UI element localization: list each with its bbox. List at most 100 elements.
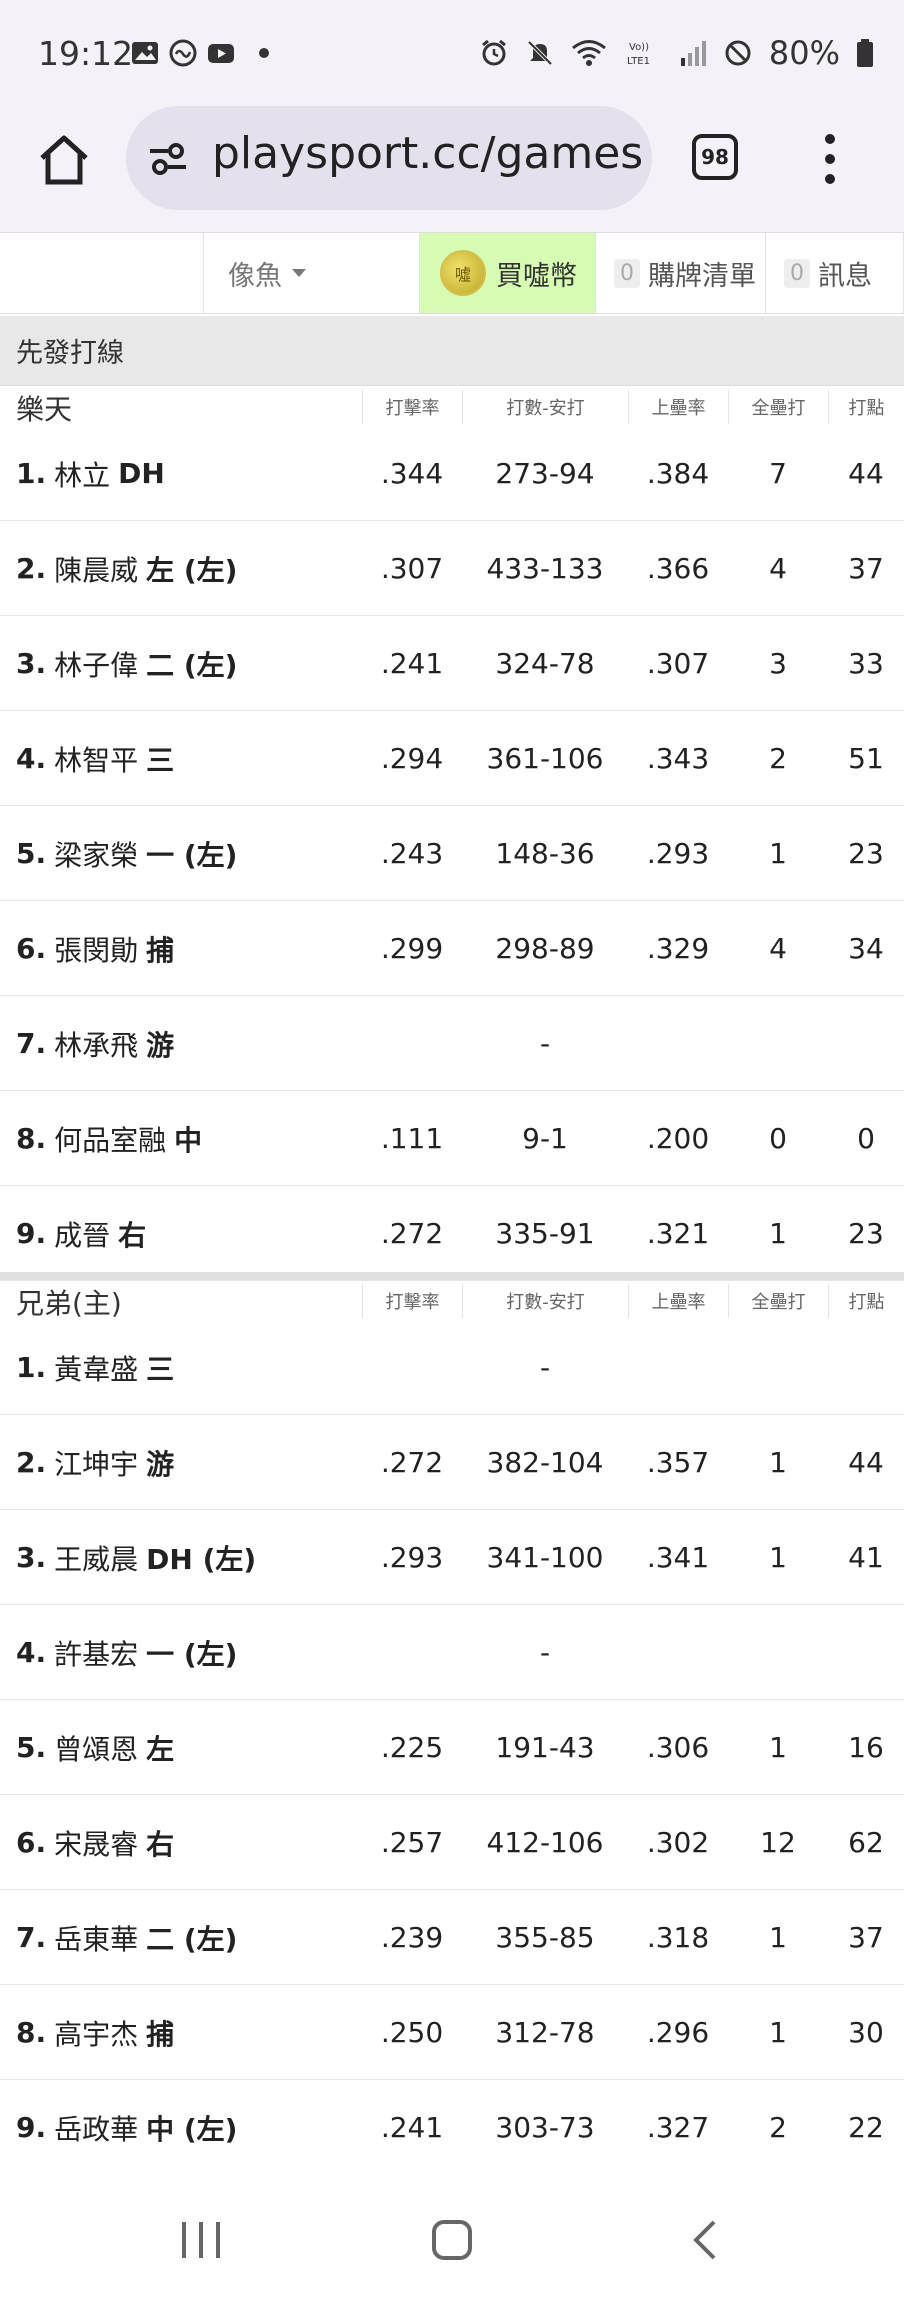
player-cell: 5. 曾頌恩左 xyxy=(16,1700,174,1795)
buy-coins-button[interactable]: 噓 買噓幣 xyxy=(419,233,595,313)
coin-icon: 噓 xyxy=(440,250,486,296)
stat-obp xyxy=(628,996,728,1091)
stat-rbi: 44 xyxy=(848,1446,884,1479)
stat-ab-h: 148-36 xyxy=(495,837,595,870)
player-position: 中 (左) xyxy=(146,2112,238,2146)
player-name[interactable]: 岳東華 xyxy=(54,1918,138,1958)
player-name[interactable]: 王威晨 xyxy=(54,1538,138,1578)
batting-order: 2. xyxy=(16,1446,47,1479)
stat-rbi: 0 xyxy=(857,1122,875,1155)
gallery-icon xyxy=(132,42,158,64)
player-position: 左 xyxy=(146,1732,175,1766)
player-cell: 6. 張閔勛捕 xyxy=(16,901,174,996)
table-row: 9. 岳政華中 (左) .241 303-73.327 2 22 xyxy=(0,2080,904,2175)
player-name[interactable]: 高宇杰 xyxy=(54,2013,138,2053)
player-cell: 8. 高宇杰捕 xyxy=(16,1985,174,2080)
team-divider xyxy=(0,1272,904,1280)
stat-rbi xyxy=(828,996,904,1091)
address-bar[interactable]: playsport.cc/games xyxy=(126,106,652,210)
signal-icon xyxy=(680,41,706,66)
player-position: 右 xyxy=(146,1827,175,1861)
status-time: 19:12 xyxy=(38,34,134,73)
site-nav: 像魚 噓 買噓幣 0 購牌清單 0 訊息 xyxy=(0,232,904,314)
table-row: 8. 高宇杰捕 .250 312-78 .296 1 30 xyxy=(0,1985,904,2080)
player-name[interactable]: 曾頌恩 xyxy=(54,1728,138,1768)
batting-order: 8. xyxy=(16,1122,47,1155)
player-position: 游 xyxy=(146,1028,175,1062)
stat-rbi: 30 xyxy=(848,2016,884,2049)
table-row: 5. 曾頌恩左 .225 191-43 .306 1 16 xyxy=(0,1700,904,1795)
player-name[interactable]: 梁家榮 xyxy=(54,834,138,874)
player-name[interactable]: 成晉 xyxy=(54,1214,110,1254)
cart-label: 購牌清單 xyxy=(648,260,756,292)
stat-rbi: 62 xyxy=(848,1826,884,1859)
player-name[interactable]: 許基宏 xyxy=(54,1633,138,1673)
player-cell: 1. 林立 DH xyxy=(16,426,165,521)
player-name[interactable]: 宋晟睿 xyxy=(54,1823,138,1863)
volte-icon: Vo)) LTE1 xyxy=(627,42,650,67)
stat-avg: .257 xyxy=(380,1826,444,1859)
player-cell: 1. 黃韋盛三 xyxy=(16,1320,174,1415)
home-icon[interactable] xyxy=(34,130,94,190)
tab-switcher-button[interactable]: 98 xyxy=(692,134,738,180)
player-position: DH xyxy=(118,457,165,490)
player-name[interactable]: 江坤宇 xyxy=(54,1443,138,1483)
stat-avg: .272 xyxy=(380,1446,444,1479)
cart-link[interactable]: 0 購牌清單 xyxy=(595,233,765,313)
player-position: 捕 xyxy=(146,933,175,967)
player-position: 一 (左) xyxy=(146,838,238,872)
alarm-icon xyxy=(481,39,506,66)
player-name[interactable]: 林立 xyxy=(54,454,110,494)
player-cell: 9. 成晉右 xyxy=(16,1186,146,1281)
player-name[interactable]: 林子偉 xyxy=(54,644,138,684)
player-name[interactable]: 陳晨威 xyxy=(54,549,138,589)
batting-order: 4. xyxy=(16,742,47,775)
player-name[interactable]: 岳政華 xyxy=(54,2108,138,2148)
batting-order: 3. xyxy=(16,647,47,680)
player-position: 捕 xyxy=(146,2017,175,2051)
team-lineup-away: 樂天 打擊率 打數-安打 上壘率 全壘打 打點 1. 林立 DH .344 273-94… xyxy=(0,386,904,1281)
back-icon[interactable] xyxy=(690,2218,720,2262)
table-row: 4. 許基宏一 (左) - xyxy=(0,1605,904,1700)
team-name: 樂天 xyxy=(16,393,73,426)
mute-icon xyxy=(527,40,553,66)
user-name: 像魚 xyxy=(228,260,282,292)
batting-order: 7. xyxy=(16,1027,47,1060)
stat-avg: .241 xyxy=(380,647,444,680)
stat-avg: .293 xyxy=(380,1541,444,1574)
stat-obp: .384 xyxy=(646,457,710,490)
player-name[interactable]: 林承飛 xyxy=(54,1024,138,1064)
url-text[interactable]: playsport.cc/games xyxy=(212,128,643,179)
stat-ab-h: 303-73 xyxy=(495,2111,595,2144)
player-cell: 3. 王威晨 DH (左) xyxy=(16,1510,256,1605)
stat-avg xyxy=(362,1320,462,1415)
site-settings-icon[interactable] xyxy=(148,142,188,176)
stat-ab-h: 361-106 xyxy=(486,742,604,775)
stat-hr xyxy=(728,1605,828,1700)
col-header-ab-h: 打數-安打 xyxy=(462,1284,628,1318)
youtube-icon xyxy=(208,44,234,63)
player-position: 二 (左) xyxy=(146,648,238,682)
user-menu[interactable]: 像魚 xyxy=(203,233,419,313)
stat-ab-h: 355-85 xyxy=(495,1921,595,1954)
stat-avg xyxy=(362,996,462,1091)
player-name[interactable]: 張閔勛 xyxy=(54,929,138,969)
player-name[interactable]: 林智平 xyxy=(54,739,138,779)
stat-rbi: 37 xyxy=(848,1921,884,1954)
player-name[interactable]: 黃韋盛 xyxy=(54,1348,138,1388)
recent-apps-icon[interactable] xyxy=(178,2218,224,2262)
player-position: 左 (左) xyxy=(146,553,238,587)
player-name[interactable]: 何品室融 xyxy=(54,1119,166,1159)
messages-link[interactable]: 0 訊息 xyxy=(765,233,904,313)
home-nav-icon[interactable] xyxy=(430,2218,474,2262)
browser-menu-icon[interactable] xyxy=(822,134,838,184)
player-cell: 6. 宋晟睿右 xyxy=(16,1795,174,1890)
stat-hr: 2 xyxy=(769,742,787,775)
stat-obp: .296 xyxy=(646,2016,710,2049)
batting-order: 5. xyxy=(16,837,47,870)
stat-rbi: 33 xyxy=(848,647,884,680)
status-bar: 19:12 Vo)) LTE1 80% xyxy=(0,0,904,100)
table-row: 6. 宋晟睿右 .257 412-106 .302 12 62 xyxy=(0,1795,904,1890)
player-position: 三 xyxy=(146,1352,175,1386)
player-position: 三 xyxy=(146,743,175,777)
